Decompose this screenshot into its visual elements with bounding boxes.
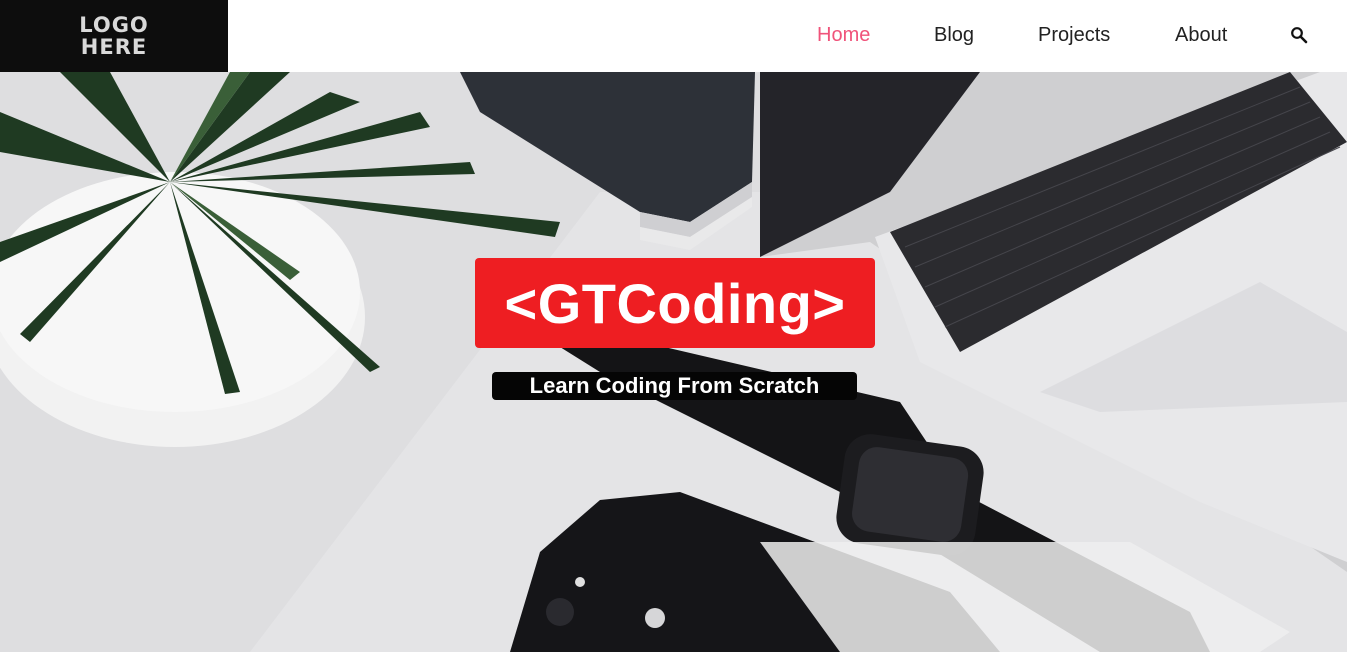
search-icon[interactable] xyxy=(1290,26,1308,44)
hero-section: <GTCoding> Learn Coding From Scratch xyxy=(0,72,1347,652)
hero-subtitle: Learn Coding From Scratch xyxy=(529,373,820,398)
hero-subtitle-box: Learn Coding From Scratch xyxy=(492,372,857,400)
nav-projects[interactable]: Projects xyxy=(1038,24,1110,47)
nav-blog[interactable]: Blog xyxy=(934,24,974,47)
page: LOGO HERE Home Blog Projects About <GTCo… xyxy=(0,0,1347,652)
nav-about[interactable]: About xyxy=(1175,24,1227,47)
nav-home[interactable]: Home xyxy=(817,24,870,47)
hero-title-box: <GTCoding> xyxy=(475,258,875,348)
hero-background-image xyxy=(0,72,1347,652)
site-header: LOGO HERE Home Blog Projects About xyxy=(0,0,1347,72)
hero-title: <GTCoding> xyxy=(504,271,846,335)
main-nav: Home Blog Projects About xyxy=(0,0,1347,72)
